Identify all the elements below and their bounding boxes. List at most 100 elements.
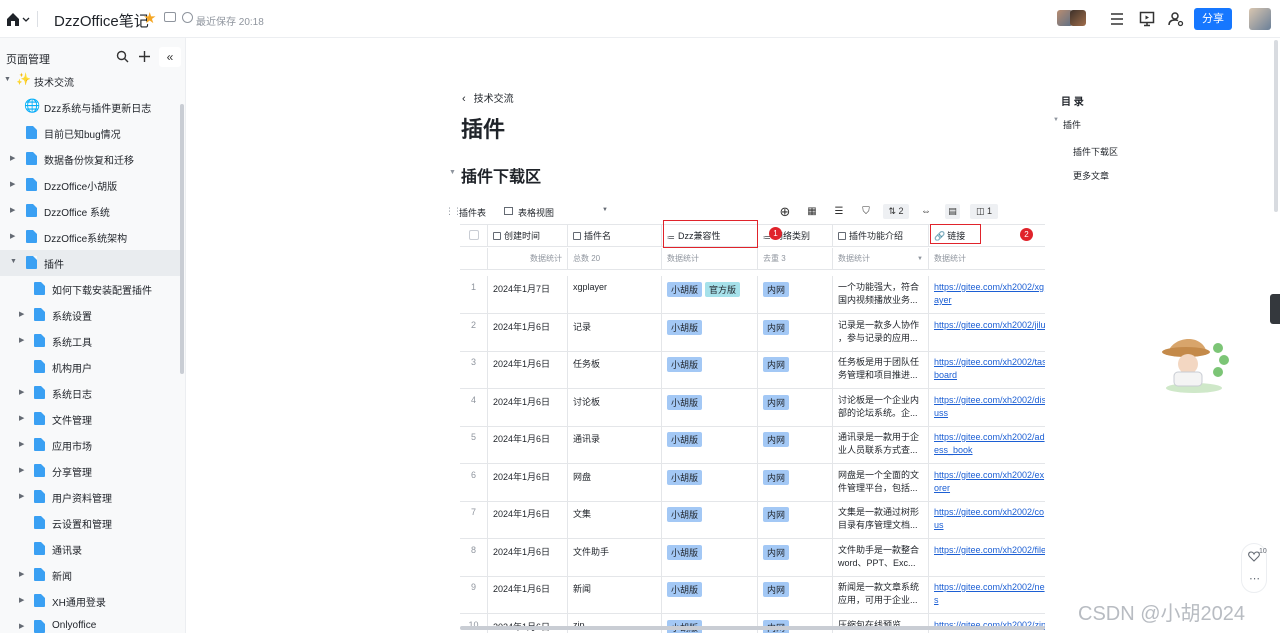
row-number[interactable]: 4 xyxy=(460,388,488,426)
sidebar-item[interactable]: ▶ XH通用登录 xyxy=(0,588,180,614)
stats-cell[interactable]: 总数 20 xyxy=(568,248,662,270)
network-cell[interactable]: 内网 xyxy=(758,613,833,633)
link-cell[interactable]: https://gitee.com/xh2002/ad ess_book xyxy=(929,426,1045,463)
chevron-right-icon[interactable]: ▶ xyxy=(10,154,15,162)
chevron-right-icon[interactable]: ▶ xyxy=(10,206,15,214)
link-text[interactable]: orer xyxy=(934,482,1045,495)
chevron-right-icon[interactable]: ▶ xyxy=(19,414,24,422)
chevron-right-icon[interactable]: ▶ xyxy=(19,596,24,604)
table-row[interactable]: 9 2024年1月6日 新闻 小胡版 内网 新闻是一款文章系统 应用，可用于企业... htt… xyxy=(460,576,1045,614)
date-cell[interactable]: 2024年1月6日 xyxy=(488,388,568,426)
table-row[interactable]: 2 2024年1月6日 记录 小胡版 内网 记录是一款多人协作 ，参与记录的应用... htt… xyxy=(460,313,1045,352)
collaborator-avatars[interactable] xyxy=(1057,10,1086,28)
toc-caret-icon[interactable]: ▼ xyxy=(1053,117,1059,123)
network-cell[interactable]: 内网 xyxy=(758,501,833,538)
description-cell[interactable]: 网盘是一个全面的文 件管理平台，包括... xyxy=(833,463,929,501)
description-cell[interactable]: 任务板是用于团队任 务管理和项目推进... xyxy=(833,351,929,388)
link-cell[interactable]: https://gitee.com/xh2002/tas board xyxy=(929,351,1045,388)
network-cell[interactable]: 内网 xyxy=(758,426,833,463)
description-cell[interactable]: 文件助手是一款整合 word、PPT、Exc... xyxy=(833,538,929,576)
collapse-sidebar-icon[interactable]: « xyxy=(159,47,181,67)
sidebar-item[interactable]: ▶ DzzOffice系统架构 xyxy=(0,224,180,250)
folder-icon[interactable] xyxy=(164,12,176,22)
sidebar-scrollbar[interactable] xyxy=(180,104,184,374)
table-row[interactable]: 7 2024年1月6日 文集 小胡版 内网 文集是一款通过树形 目录有序管理文档... htt… xyxy=(460,501,1045,539)
table-row[interactable]: 4 2024年1月6日 讨论板 小胡版 内网 讨论板是一个企业内 部的论坛系统。企... ht… xyxy=(460,388,1045,427)
name-cell[interactable]: zip xyxy=(568,613,662,633)
description-cell[interactable]: 记录是一款多人协作 ，参与记录的应用... xyxy=(833,313,929,351)
filter-icon[interactable]: ⛉ xyxy=(859,204,873,219)
present-icon[interactable] xyxy=(1138,10,1156,28)
breadcrumb[interactable]: ‹ 技术交流 xyxy=(462,90,514,105)
compat-cell[interactable]: 小胡版 xyxy=(662,426,758,463)
select-all-checkbox[interactable] xyxy=(460,225,488,247)
description-cell[interactable]: 一个功能强大，符合 国内视频播放业务... xyxy=(833,276,929,313)
row-number[interactable]: 2 xyxy=(460,313,488,351)
user-settings-icon[interactable] xyxy=(1167,10,1185,28)
link-cell[interactable]: https://gitee.com/xh2002/zip xyxy=(929,614,1045,633)
name-cell[interactable]: 网盘 xyxy=(568,463,662,501)
network-cell[interactable]: 内网 xyxy=(758,351,833,388)
column-header[interactable]: 插件名 xyxy=(568,225,662,247)
sidebar-item[interactable]: ▶ 系统日志 xyxy=(0,380,180,406)
compat-cell[interactable]: 小胡版 xyxy=(662,538,758,576)
description-cell[interactable]: 通讯录是一款用于企 业人员联系方式查... xyxy=(833,426,929,463)
date-cell[interactable]: 2024年1月6日 xyxy=(488,463,568,501)
calculate-icon[interactable]: ▤ xyxy=(945,204,960,219)
compat-cell[interactable]: 小胡版 官方版 xyxy=(662,276,758,313)
link-text[interactable]: https://gitee.com/xh2002/file xyxy=(934,544,1045,557)
date-cell[interactable]: 2024年1月6日 xyxy=(488,576,568,613)
compat-cell[interactable]: 小胡版 xyxy=(662,501,758,538)
table-name[interactable]: 插件表 xyxy=(459,206,486,219)
table-horizontal-scrollbar[interactable] xyxy=(460,626,1045,630)
sidebar-item[interactable]: ▼ ✨ 技术交流 xyxy=(0,68,180,94)
table-row[interactable]: 3 2024年1月6日 任务板 小胡版 内网 任务板是用于团队任 务管理和项目推进... ht… xyxy=(460,351,1045,389)
stats-cell[interactable]: 数据统计 xyxy=(929,248,1045,270)
sidebar-item[interactable]: 云设置和管理 xyxy=(0,510,180,536)
chevron-right-icon[interactable]: ▶ xyxy=(19,466,24,474)
table-layout-icon[interactable]: ▦ xyxy=(805,204,819,219)
toc-item[interactable]: 插件 xyxy=(1063,118,1081,131)
row-number[interactable]: 3 xyxy=(460,351,488,388)
date-cell[interactable]: 2024年1月6日 xyxy=(488,426,568,463)
description-cell[interactable]: 新闻是一款文章系统 应用，可用于企业... xyxy=(833,576,929,613)
sidebar-item[interactable]: ▶ 系统工具 xyxy=(0,328,180,354)
link-cell[interactable]: https://gitee.com/xh2002/jilu xyxy=(929,314,1045,351)
network-cell[interactable]: 内网 xyxy=(758,388,833,426)
sidebar-item[interactable]: 如何下载安装配置插件 xyxy=(0,276,180,302)
compat-cell[interactable]: 小胡版 xyxy=(662,613,758,633)
column-header[interactable]: 创建时间 xyxy=(488,225,568,247)
link-cell[interactable]: https://gitee.com/xh2002/dis uss xyxy=(929,389,1045,426)
sidebar-item[interactable]: ▶ 新闻 xyxy=(0,562,180,588)
link-cell[interactable]: https://gitee.com/xh2002/file xyxy=(929,539,1045,576)
network-cell[interactable]: 内网 xyxy=(758,313,833,351)
frozen-columns-button[interactable]: ◫ 1 xyxy=(970,204,998,219)
stats-cell[interactable]: 去重 3 xyxy=(758,248,833,270)
name-cell[interactable]: 通讯录 xyxy=(568,426,662,463)
menu-icon[interactable] xyxy=(1108,10,1126,28)
row-height-icon[interactable]: ⇔ xyxy=(919,204,933,219)
row-number[interactable]: 9 xyxy=(460,576,488,613)
stats-cell[interactable]: 数据统计 xyxy=(662,248,758,270)
name-cell[interactable]: xgplayer xyxy=(568,276,662,313)
chevron-right-icon[interactable]: ▶ xyxy=(19,570,24,578)
link-text[interactable]: board xyxy=(934,369,1045,382)
description-cell[interactable]: 文集是一款通过树形 目录有序管理文档... xyxy=(833,501,929,538)
group-icon[interactable]: ☰ xyxy=(832,204,846,219)
chevron-right-icon[interactable]: ▶ xyxy=(19,388,24,396)
share-button[interactable]: 分享 xyxy=(1194,8,1232,30)
page-scrollbar[interactable] xyxy=(1274,40,1278,212)
chevron-right-icon[interactable]: ▶ xyxy=(19,492,24,500)
link-text[interactable]: https://gitee.com/xh2002/ex xyxy=(934,469,1045,482)
avatar[interactable] xyxy=(1249,8,1271,30)
compat-cell[interactable]: 小胡版 xyxy=(662,313,758,351)
view-select[interactable]: 表格视图 ▼ xyxy=(502,203,614,220)
sidebar-item[interactable]: ▶ Onlyoffice xyxy=(0,614,180,633)
name-cell[interactable]: 新闻 xyxy=(568,576,662,613)
date-cell[interactable]: 2024年1月6日 xyxy=(488,313,568,351)
table-row[interactable]: 6 2024年1月6日 网盘 小胡版 内网 网盘是一个全面的文 件管理平台，包括... htt… xyxy=(460,463,1045,502)
toc-item[interactable]: 更多文章 xyxy=(1073,169,1109,182)
description-cell[interactable]: 讨论板是一个企业内 部的论坛系统。企... xyxy=(833,388,929,426)
sidebar-item[interactable]: ▶ 用户资料管理 xyxy=(0,484,180,510)
compat-cell[interactable]: 小胡版 xyxy=(662,576,758,613)
